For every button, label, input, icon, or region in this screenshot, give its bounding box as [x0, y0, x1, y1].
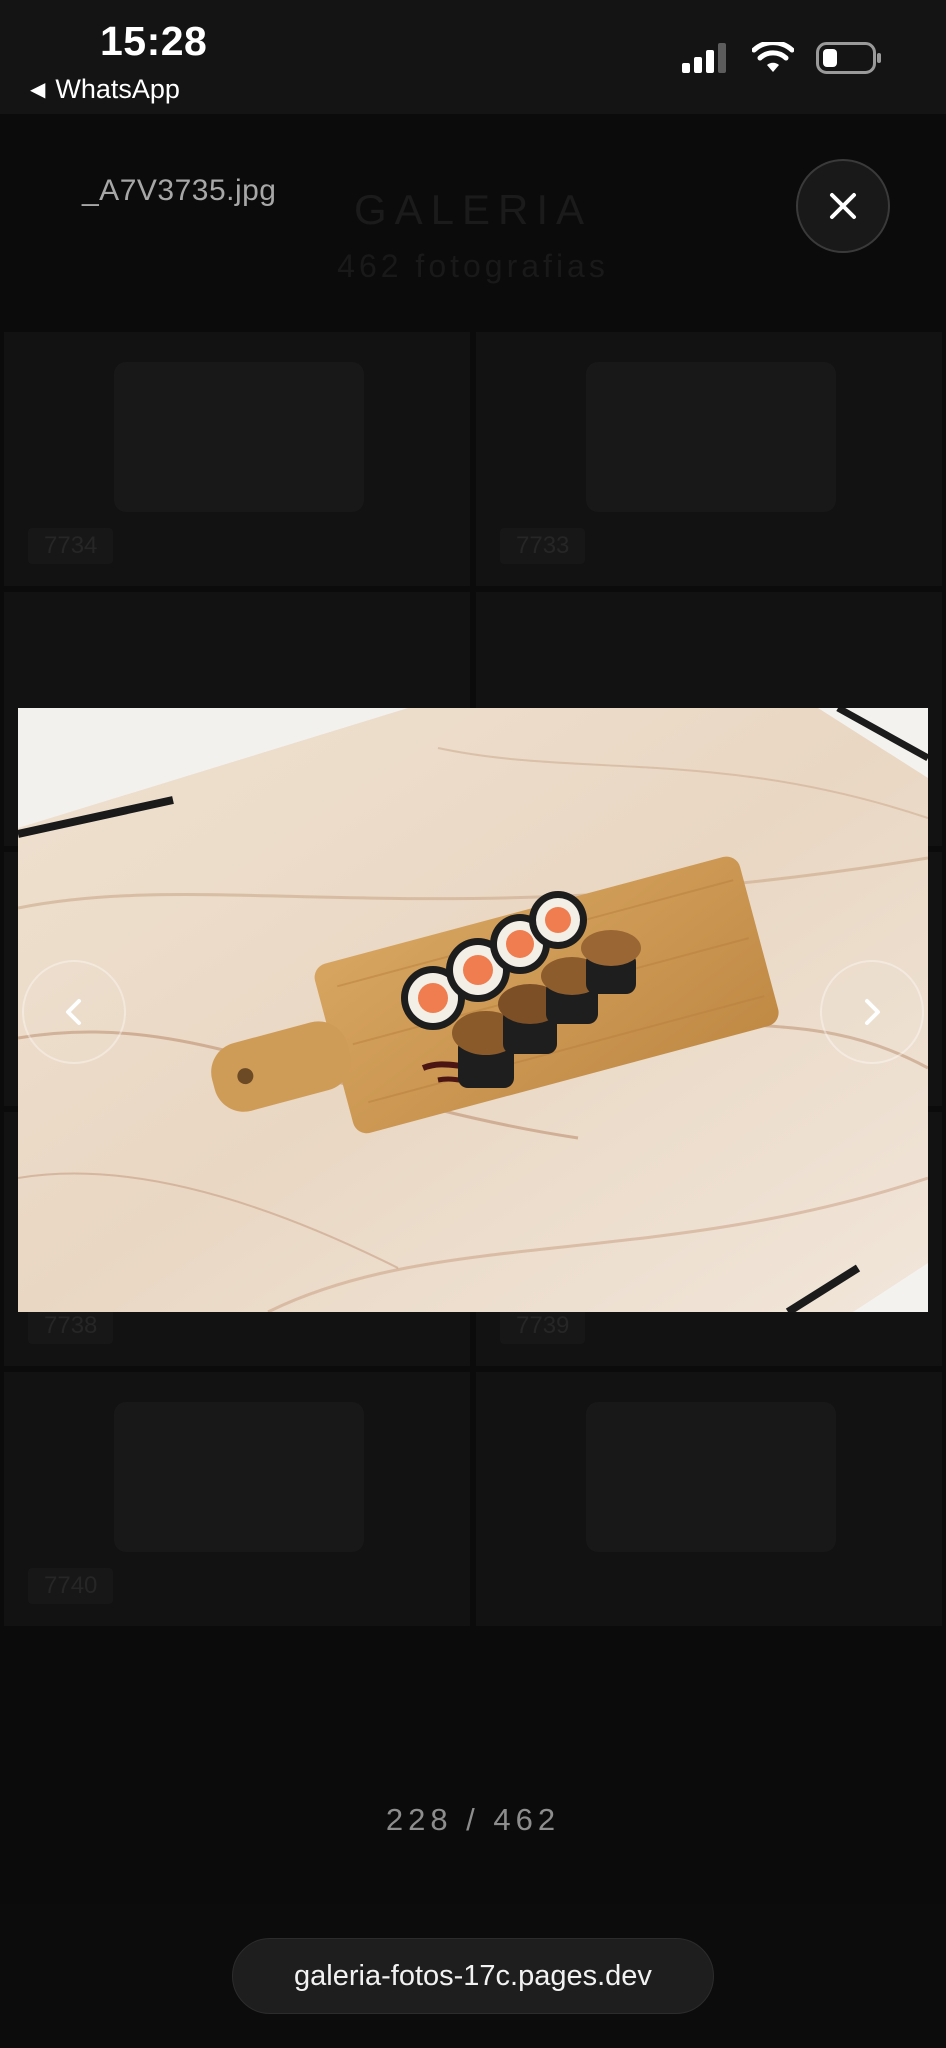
wifi-icon: [752, 42, 794, 72]
photo-viewer: [18, 708, 928, 1312]
back-app-label: WhatsApp: [55, 74, 180, 104]
next-photo-button[interactable]: [820, 960, 924, 1064]
file-name: _A7V3735.jpg: [82, 174, 277, 207]
previous-photo-button[interactable]: [22, 960, 126, 1064]
battery-icon: [816, 42, 881, 74]
status-icons: [682, 42, 882, 74]
browser-bottom-bar: galeria-fotos-17c.pages.dev: [0, 1904, 946, 2048]
close-icon: [830, 193, 856, 219]
lightbox: _A7V3735.jpg 228 / 462: [0, 114, 946, 1904]
sushi-photo: [18, 708, 928, 1312]
back-triangle-icon: ◀: [30, 79, 46, 101]
status-time: 15:28: [100, 18, 208, 64]
photo-counter: 228 / 462: [385, 1802, 561, 1837]
status-bar: 15:28 ◀ WhatsApp: [0, 0, 946, 114]
signal-icon: [682, 43, 726, 73]
url-bar[interactable]: galeria-fotos-17c.pages.dev: [232, 1938, 714, 2014]
close-button[interactable]: [796, 159, 890, 253]
chevron-right-icon: [865, 999, 880, 1025]
back-to-app-link[interactable]: ◀ WhatsApp: [30, 74, 180, 105]
chevron-left-icon: [66, 999, 81, 1025]
